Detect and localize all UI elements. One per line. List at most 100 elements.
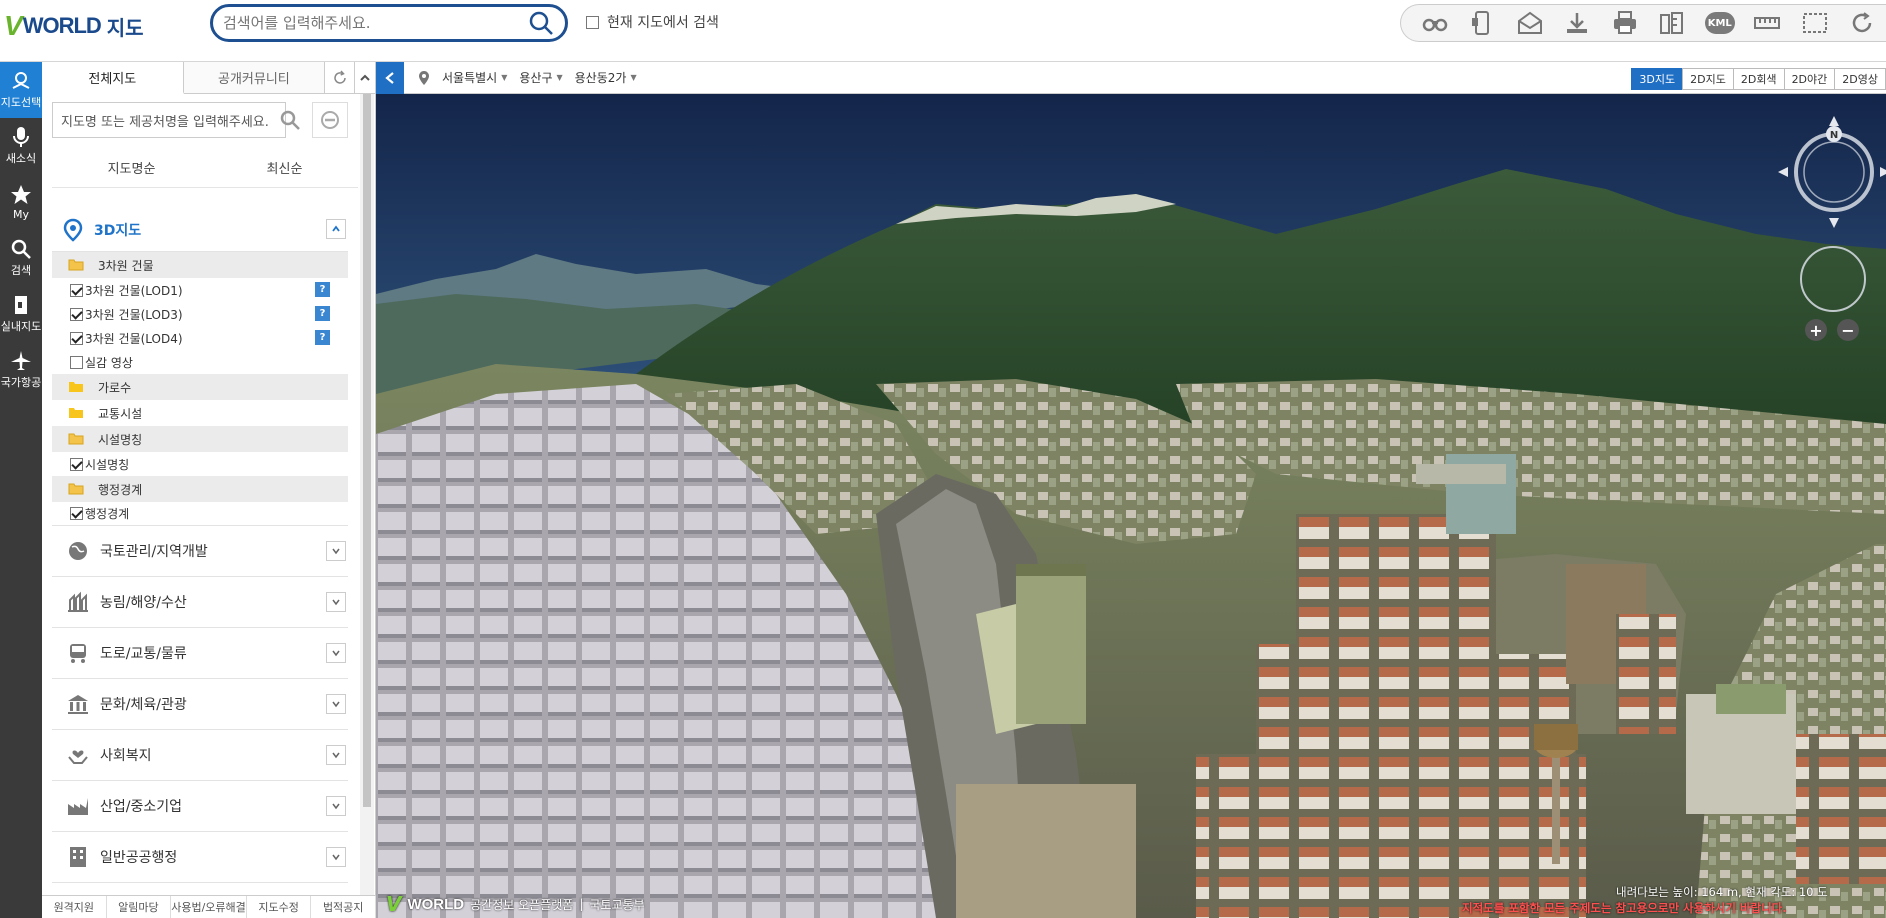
clear-search-button[interactable] [312, 102, 348, 138]
layer-admin-boundary[interactable]: 행정경계 [52, 502, 348, 526]
layer-facility-names[interactable]: 시설명칭 [52, 452, 348, 476]
folder-open-icon [68, 433, 84, 445]
landmark-icon [68, 695, 88, 714]
category-culture-sports[interactable]: 문화/체육/관광 [52, 679, 348, 730]
area-select-icon[interactable] [1791, 6, 1839, 40]
chevron-down-icon[interactable] [326, 796, 346, 816]
chevron-down-icon[interactable] [326, 643, 346, 663]
measure-icon[interactable] [1649, 6, 1697, 40]
layer-checkbox[interactable] [70, 355, 83, 369]
main-search-input[interactable] [223, 14, 527, 32]
map-type-2d[interactable]: 2D지도 [1682, 68, 1734, 90]
compass-control[interactable]: N [1774, 112, 1886, 232]
chevron-down-icon[interactable] [326, 745, 346, 765]
location-dong[interactable]: 용산동2가 ▼ [575, 69, 637, 86]
folder-transport-facilities[interactable]: 교통시설 [52, 400, 348, 426]
layer-lod3[interactable]: 3차원 건물(LOD3) ? [52, 302, 348, 326]
sort-by-name[interactable]: 지도명순 [108, 158, 156, 177]
building-icon [70, 847, 86, 867]
binoculars-icon[interactable] [1411, 6, 1459, 40]
map-search-button[interactable] [272, 102, 308, 138]
map-type-2d-night[interactable]: 2D야간 [1783, 68, 1836, 90]
rail-item-my[interactable]: My [0, 174, 42, 230]
logo-map: 지도 [106, 17, 144, 40]
local-search-checkbox[interactable] [586, 15, 599, 29]
location-bar: 서울특별시 ▼ 용산구 ▼ 용산동2가 ▼ 3D지도 2D지도 2D회색 2D야간 2… [376, 62, 1886, 94]
category-label: 도로/교통/물류 [100, 646, 187, 662]
download-icon[interactable] [1554, 6, 1602, 40]
help-icon[interactable]: ? [315, 306, 330, 321]
rail-item-search[interactable]: 검색 [0, 230, 42, 286]
tab-public-community[interactable]: 공개커뮤니티 [183, 62, 326, 94]
rail-item-aerial[interactable]: 국가항공 [0, 342, 42, 398]
section-3d-map[interactable]: 3D지도 [52, 208, 348, 252]
category-industry[interactable]: 산업/중소기업 [52, 781, 348, 832]
folder-facility-names[interactable]: 시설명칭 [52, 426, 348, 452]
location-district[interactable]: 용산구 ▼ [519, 69, 562, 86]
camera-info: 내려다보는 높이: 164 m, 현재 각도: 10 도 [1616, 885, 1828, 899]
category-land-management[interactable]: 국토관리/지역개발 [52, 526, 348, 577]
category-public-admin[interactable]: 일반공공행정 [52, 832, 348, 883]
kml-icon[interactable]: KML [1696, 6, 1744, 40]
chevron-down-icon[interactable] [326, 694, 346, 714]
footer-legal[interactable]: 법적공지 [311, 896, 376, 918]
scrollbar-thumb[interactable] [363, 94, 371, 807]
chevron-down-icon[interactable] [326, 847, 346, 867]
layer-lod4[interactable]: 3차원 건물(LOD4) ? [52, 326, 348, 350]
phone-share-icon[interactable] [1459, 6, 1507, 40]
rail-item-map-select[interactable]: 지도선택 [0, 62, 42, 118]
folder-street-trees[interactable]: 가로수 [52, 374, 348, 400]
tilt-control[interactable] [1798, 244, 1868, 314]
refresh-icon[interactable] [325, 62, 356, 94]
sort-by-latest[interactable]: 최신순 [267, 158, 303, 177]
layer-checkbox[interactable] [70, 507, 83, 520]
map-type-2d-gray[interactable]: 2D회색 [1732, 68, 1785, 90]
panel-toggle-button[interactable] [376, 62, 404, 94]
refresh-icon[interactable] [1839, 6, 1886, 40]
help-icon[interactable]: ? [315, 282, 330, 297]
footer-notice[interactable]: 알림마당 [107, 896, 172, 918]
chevron-up-icon[interactable] [355, 62, 375, 94]
chevron-down-icon[interactable] [326, 592, 346, 612]
folder-3d-building[interactable]: 3차원 건물 [52, 252, 348, 278]
help-icon[interactable]: ? [315, 330, 330, 345]
folder-admin-boundary[interactable]: 행정경계 [52, 476, 348, 502]
layer-checkbox[interactable] [70, 331, 83, 345]
footer-help[interactable]: 사용법/오류해결 [171, 896, 247, 918]
main-search-box [210, 4, 568, 42]
rail-item-indoor[interactable]: 실내지도 [0, 286, 42, 342]
category-road-transport[interactable]: 도로/교통/물류 [52, 628, 348, 679]
layer-lod1[interactable]: 3차원 건물(LOD1) ? [52, 278, 348, 302]
footer-remote-support[interactable]: 원격지원 [42, 896, 107, 918]
chevron-down-icon[interactable] [326, 541, 346, 561]
map-search-input[interactable]: 지도명 또는 제공처명을 입력해주세요. [52, 102, 286, 138]
map-type-2d-satellite[interactable]: 2D영상 [1834, 68, 1886, 90]
map-type-3d[interactable]: 3D지도 [1631, 68, 1684, 90]
local-search-option[interactable]: 현재 지도에서 검색 [586, 12, 719, 32]
map-3d-view[interactable] [376, 94, 1886, 918]
location-city[interactable]: 서울특별시 ▼ [442, 69, 507, 86]
zoom-out-button[interactable]: − [1837, 319, 1859, 341]
chevron-up-icon[interactable] [326, 219, 346, 239]
vworld-logo[interactable]: V WORLD 지도 [4, 10, 144, 42]
layer-checkbox[interactable] [70, 307, 83, 321]
footer-map-edit[interactable]: 지도수정 [247, 896, 312, 918]
print-icon[interactable] [1601, 6, 1649, 40]
ruler-icon[interactable] [1744, 6, 1792, 40]
mail-icon[interactable] [1506, 6, 1554, 40]
logo-world: WORLD [22, 13, 102, 38]
folder-open-icon [68, 259, 84, 271]
search-icon[interactable] [527, 9, 555, 37]
zoom-in-button[interactable]: + [1805, 319, 1827, 341]
panel-scrollbar[interactable] [360, 94, 374, 918]
tab-all-maps[interactable]: 전체지도 [42, 62, 184, 94]
layer-checkbox[interactable] [70, 457, 83, 471]
rail-item-news[interactable]: 새소식 [0, 118, 42, 174]
category-social-welfare[interactable]: 사회복지 [52, 730, 348, 781]
layer-tree: 3D지도 3차원 건물 3차원 건물(LOD1) ? 3차원 건물(LOD3) … [52, 208, 348, 883]
vehicle-icon [70, 644, 86, 663]
category-agriculture[interactable]: 농림/해양/수산 [52, 577, 348, 628]
dropdown-arrow-icon: ▼ [630, 73, 637, 82]
layer-checkbox[interactable] [70, 283, 83, 297]
layer-realistic-image[interactable]: 실감 영상 [52, 350, 348, 374]
